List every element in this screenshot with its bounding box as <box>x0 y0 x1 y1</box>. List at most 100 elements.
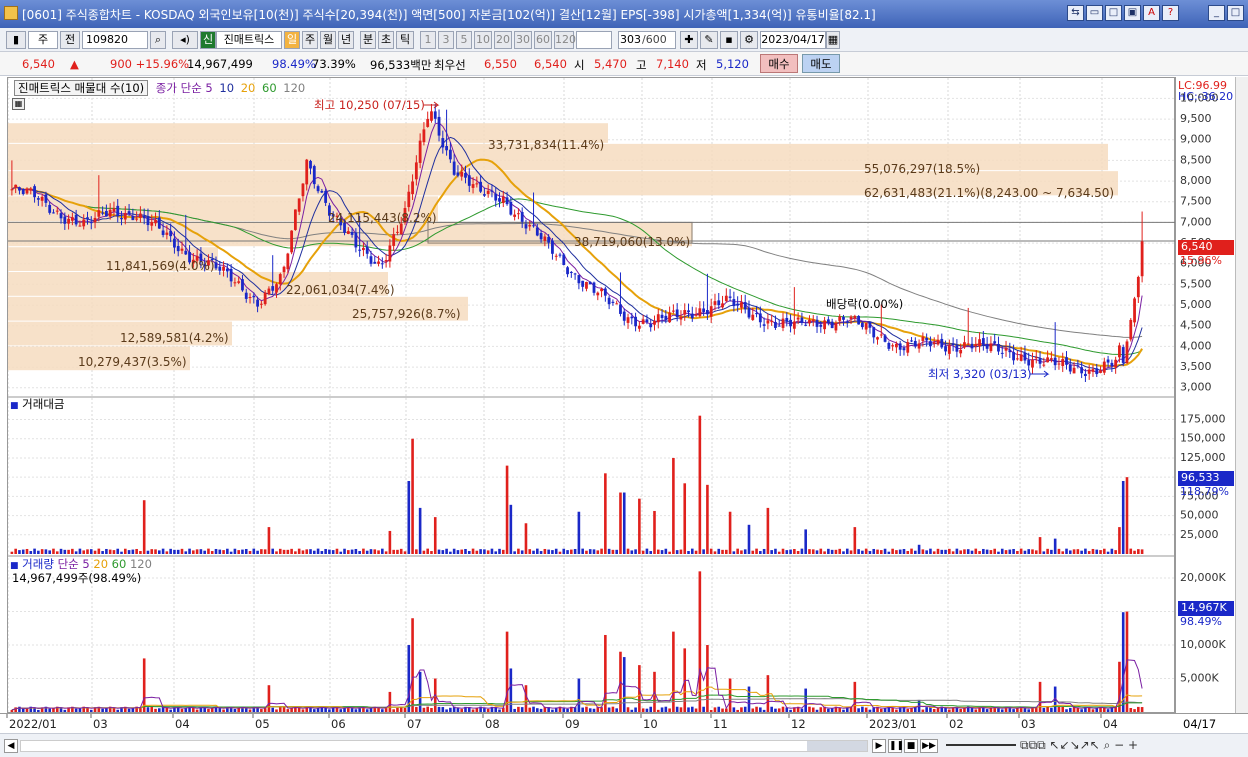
ma120-legend: 120 <box>283 81 306 95</box>
font-icon[interactable]: A <box>1143 5 1160 21</box>
date-input[interactable]: 2023/04/17 <box>760 31 826 49</box>
period-tick[interactable]: 틱 <box>396 31 414 49</box>
pin-toggle-icon[interactable]: ▮ <box>6 31 26 49</box>
pin-icon[interactable]: ▣ <box>1124 5 1141 21</box>
market-select[interactable]: 주 <box>28 31 58 49</box>
help-icon[interactable]: ? <box>1162 5 1179 21</box>
candle-body <box>384 259 388 262</box>
volume-bar <box>1129 708 1133 712</box>
minimize-icon[interactable]: _ <box>1208 5 1225 21</box>
period-week[interactable]: 주 <box>302 31 318 49</box>
speaker-icon[interactable]: ◂) <box>172 31 198 49</box>
interval-30[interactable]: 30 <box>514 31 532 49</box>
period-second[interactable]: 초 <box>378 31 394 49</box>
period-minute[interactable]: 분 <box>360 31 376 49</box>
period-year[interactable]: 년 <box>338 31 354 49</box>
candle-body <box>675 309 679 318</box>
calendar-icon[interactable]: ▦ <box>826 31 840 49</box>
volume-bar <box>365 709 369 712</box>
amount-bar <box>93 550 97 554</box>
candle-body <box>70 217 74 221</box>
volume-bar <box>910 708 913 712</box>
x-axis-label: 04 <box>175 717 190 731</box>
candle-body <box>690 313 694 319</box>
candle-body <box>853 315 857 319</box>
amount-bar <box>948 548 951 554</box>
volume-bar <box>1038 681 1042 712</box>
interval-custom-input[interactable] <box>576 31 612 49</box>
candle-body <box>505 197 509 205</box>
volume-bar <box>430 708 433 712</box>
scroll-thumb[interactable] <box>807 741 867 751</box>
vertical-scrollbar[interactable] <box>1235 77 1248 733</box>
volume-bar <box>441 707 445 712</box>
interval-60[interactable]: 60 <box>534 31 552 49</box>
x-axis-end: 04/17 <box>1183 717 1217 731</box>
interval-5[interactable]: 5 <box>456 31 472 49</box>
candle-body <box>615 303 619 305</box>
play-icon[interactable]: ▶ <box>872 739 886 753</box>
amount-bar <box>411 438 414 554</box>
volume-bar <box>774 708 777 712</box>
zoom-slider[interactable] <box>946 744 1016 746</box>
amount-bar <box>932 551 936 554</box>
candle-body <box>777 325 781 327</box>
horizontal-scrollbar[interactable] <box>20 740 868 752</box>
scroll-left-icon[interactable]: ◀ <box>4 739 18 753</box>
pause-icon[interactable]: ❚❚ <box>888 739 904 753</box>
fast-forward-icon[interactable]: ▶▶ <box>920 739 938 753</box>
save-icon[interactable]: ▪ <box>720 31 738 49</box>
link-icon[interactable]: ⇆ <box>1067 5 1084 21</box>
minimize-chart-icon[interactable]: ▭ <box>1086 5 1103 21</box>
interval-10[interactable]: 10 <box>474 31 492 49</box>
candle-body <box>1027 360 1031 366</box>
candle-body <box>532 225 535 227</box>
code-input[interactable]: 109820 <box>82 31 148 49</box>
volume-bar <box>811 707 815 712</box>
tools-icon[interactable]: ✎ <box>700 31 718 49</box>
volume-bar <box>985 709 989 712</box>
amount-bar <box>1027 549 1031 554</box>
period-day[interactable]: 일 <box>284 31 300 49</box>
candle-body <box>293 209 297 230</box>
amount-bar <box>766 507 770 554</box>
amount-bar <box>520 550 524 554</box>
maximize-icon[interactable]: □ <box>1227 5 1244 21</box>
volume-bar <box>271 707 275 712</box>
amount-current-tag: 96,533 <box>1178 471 1234 486</box>
grid-icon[interactable]: ▦ <box>12 98 25 110</box>
arrow-tool-icon[interactable]: ✚ <box>680 31 698 49</box>
candle-body <box>785 317 789 322</box>
volume-bar <box>403 707 407 712</box>
stock-legend-name[interactable]: 진매트릭스 매물대 수(10) <box>14 80 149 96</box>
amount-bar <box>868 551 872 554</box>
chart-area[interactable]: 최고 10,250 (07/15) 최저 3,320 (03/13) 배당락(0.0… <box>7 77 1176 714</box>
drawing-tools-icon[interactable]: ⧉⧉⧉ ↖↙↘↗↖ ⌕ − + <box>1020 738 1138 753</box>
amount-bar <box>89 549 93 554</box>
count-input[interactable]: 303 <box>618 31 642 49</box>
candle-body <box>857 315 861 325</box>
candle-body <box>108 209 112 217</box>
interval-120[interactable]: 120 <box>554 31 576 49</box>
prev-button[interactable]: 전 <box>60 31 80 49</box>
sell-button[interactable]: 매도 <box>802 54 840 73</box>
candle-body <box>910 340 913 342</box>
ask-price: 6,550 <box>484 57 517 71</box>
interval-1[interactable]: 1 <box>420 31 436 49</box>
stop-icon[interactable]: ■ <box>904 739 918 753</box>
restore-chart-icon[interactable]: □ <box>1105 5 1122 21</box>
interval-3[interactable]: 3 <box>438 31 454 49</box>
price-tick-label: 4,000 <box>1180 339 1212 352</box>
amount-bar <box>732 551 736 554</box>
amount-bar <box>687 551 690 554</box>
volume-bar <box>278 707 282 712</box>
amount-bar <box>396 549 399 554</box>
search-icon[interactable]: ⌕ <box>150 31 166 49</box>
buy-button[interactable]: 매수 <box>760 54 798 73</box>
stock-chart[interactable]: 최고 10,250 (07/15) 최저 3,320 (03/13) 배당락(0.0… <box>7 78 1176 714</box>
interval-20[interactable]: 20 <box>494 31 512 49</box>
settings-icon[interactable]: ⚙ <box>740 31 758 49</box>
period-month[interactable]: 월 <box>320 31 336 49</box>
amount-bar <box>25 548 29 554</box>
x-axis-label: 2022/01 <box>9 717 57 731</box>
